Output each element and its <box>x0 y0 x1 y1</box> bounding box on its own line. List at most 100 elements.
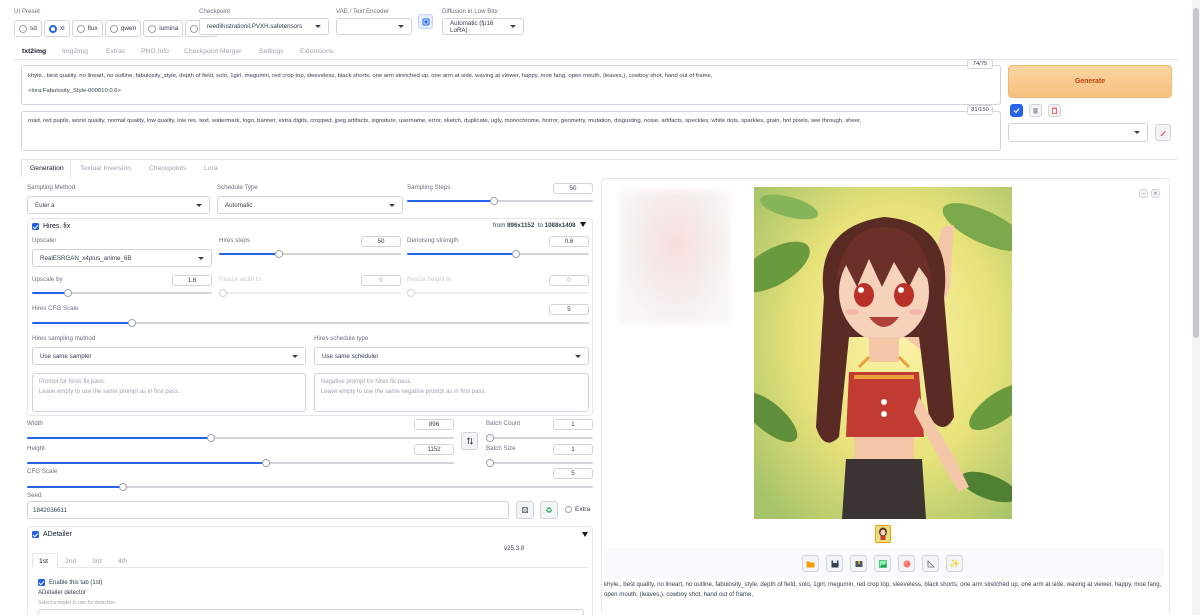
send-to-inpaint-button[interactable] <box>898 555 915 572</box>
cfg-scale-slider[interactable] <box>27 483 593 491</box>
schedule-type-select[interactable]: Automatic <box>217 196 403 214</box>
styles-select[interactable] <box>1008 123 1148 142</box>
zip-button[interactable] <box>850 555 867 572</box>
collapse-triangle-icon[interactable] <box>582 532 588 537</box>
tab-png-info[interactable]: PNG Info <box>141 48 169 55</box>
output-thumbnail[interactable] <box>875 525 891 543</box>
sampling-method-select[interactable]: Euler a <box>27 196 210 214</box>
adetailer-tab-1st[interactable]: 1st <box>39 558 48 565</box>
slider-handle[interactable] <box>206 434 215 442</box>
refresh-models-button[interactable] <box>418 14 433 29</box>
subtab-generation[interactable]: Generation <box>30 165 64 172</box>
subtab-lora[interactable]: Lora <box>204 165 218 172</box>
radio-qwen[interactable] <box>109 24 118 33</box>
hires-fix-toggle[interactable]: Hires. fix <box>32 223 70 230</box>
resize-height-input[interactable]: 0 <box>549 275 589 286</box>
width-slider[interactable] <box>27 434 454 442</box>
hires-scheduler-select[interactable]: Use same scheduler <box>314 347 589 365</box>
slider-handle[interactable] <box>119 483 128 491</box>
scrollbar-thumb[interactable] <box>1193 8 1199 338</box>
hires-sampler-select[interactable]: Use same sampler <box>32 347 306 365</box>
slider-handle[interactable] <box>262 459 271 467</box>
batch-count-input[interactable]: 1 <box>553 419 593 430</box>
collapse-triangle-icon[interactable] <box>580 222 586 227</box>
preset-option-xl[interactable]: xl <box>43 20 70 37</box>
sampling-steps-slider[interactable] <box>407 197 593 205</box>
seed-input[interactable]: 1842036611 <box>27 501 509 519</box>
open-folder-button[interactable] <box>802 555 819 572</box>
batch-size-slider[interactable] <box>486 459 593 467</box>
radio-lumina[interactable] <box>148 24 157 33</box>
edit-styles-button[interactable] <box>1155 124 1171 141</box>
slider-handle[interactable] <box>486 434 494 442</box>
subtab-textual-inversion[interactable]: Textual Inversion <box>80 165 131 172</box>
adetailer-toggle[interactable]: ADetailer <box>32 531 72 538</box>
vae-select[interactable] <box>336 18 412 35</box>
height-slider[interactable] <box>27 459 454 467</box>
resize-width-input[interactable]: 0 <box>361 275 401 286</box>
batch-size-input[interactable]: 1 <box>553 444 593 455</box>
hires-steps-slider[interactable] <box>219 250 401 258</box>
adetailer-enable-toggle[interactable]: Enable this tab (1st) <box>38 579 102 586</box>
send-to-img2img-button[interactable] <box>874 555 891 572</box>
tab-checkpoint-merger[interactable]: Checkpoint Merger <box>184 48 241 55</box>
slider-handle[interactable] <box>490 197 499 205</box>
generated-image[interactable] <box>754 187 1012 519</box>
adetailer-tab-3rd[interactable]: 3rd <box>92 558 102 565</box>
prompt-textarea[interactable]: khyle., best quality, no lineart, no out… <box>21 65 1001 105</box>
adetailer-enable-checkbox[interactable] <box>38 579 45 586</box>
batch-count-slider[interactable] <box>486 434 593 442</box>
upscale-by-input[interactable]: 1.6 <box>172 275 212 286</box>
tab-extras[interactable]: Extras <box>106 48 125 55</box>
hires-fix-checkbox[interactable] <box>32 223 39 230</box>
preset-option-flux[interactable]: flux <box>71 20 103 37</box>
extra-seed-toggle[interactable]: Extra <box>565 506 590 513</box>
hires-cfg-input[interactable]: 5 <box>549 304 589 315</box>
extra-network-button[interactable]: ✨ <box>946 555 963 572</box>
radio-wan[interactable] <box>190 24 199 33</box>
resize-width-slider[interactable] <box>219 289 401 297</box>
preset-option-lumina[interactable]: lumina <box>143 20 184 37</box>
minimize-button[interactable]: – <box>1139 189 1148 198</box>
negative-prompt-textarea[interactable]: road, red pupils, worst quality, normal … <box>21 111 1001 151</box>
radio-flux[interactable] <box>76 24 85 33</box>
radio-sd[interactable] <box>19 24 27 33</box>
denoising-strength-input[interactable]: 0.6 <box>549 236 589 247</box>
lowbits-select[interactable]: Automatic (fp16 LoRA) <box>442 18 524 35</box>
random-seed-button[interactable]: ⚄ <box>516 501 534 519</box>
hires-steps-input[interactable]: 50 <box>361 236 401 247</box>
close-button[interactable]: ✕ <box>1151 189 1160 198</box>
upscale-by-slider[interactable] <box>32 289 212 297</box>
resize-height-slider[interactable] <box>407 289 589 297</box>
adetailer-tab-4th[interactable]: 4th <box>118 558 127 565</box>
height-input[interactable]: 1152 <box>414 444 454 455</box>
read-params-button[interactable] <box>1010 104 1023 117</box>
denoising-strength-slider[interactable] <box>407 250 589 258</box>
tab-extensions[interactable]: Extensions <box>300 48 333 55</box>
extra-checkbox[interactable] <box>565 506 572 513</box>
tab-txt2img[interactable]: txt2img <box>22 48 46 55</box>
adetailer-tab-2nd[interactable]: 2nd <box>65 558 76 565</box>
cfg-scale-input[interactable]: 5 <box>553 468 593 479</box>
swap-dimensions-button[interactable] <box>461 432 478 450</box>
sampling-steps-input[interactable]: 50 <box>553 183 593 194</box>
checkpoint-select[interactable]: reedillustrationil.PVXH.safetensors <box>199 18 329 35</box>
tab-img2img[interactable]: Img2img <box>62 48 88 55</box>
save-button[interactable] <box>826 555 843 572</box>
preset-option-qwen[interactable]: qwen <box>104 20 142 37</box>
hires-negative-textarea[interactable]: Negative prompt for hires fix pass. Leave… <box>314 373 589 412</box>
hires-prompt-textarea[interactable]: Prompt for hires fix pass. Leave empty to… <box>32 373 306 412</box>
generate-button[interactable]: Generate <box>1008 65 1172 98</box>
upscaler-select[interactable]: RealESRGAN_x4plus_anime_6B <box>32 249 212 267</box>
slider-handle[interactable] <box>64 289 72 297</box>
radio-xl[interactable] <box>48 24 57 33</box>
subtab-checkpoints[interactable]: Checkpoints <box>149 165 186 172</box>
adetailer-detector-select[interactable] <box>38 609 584 615</box>
slider-handle[interactable] <box>407 289 415 297</box>
tab-settings[interactable]: Settings <box>259 48 284 55</box>
hires-cfg-slider[interactable] <box>32 319 589 327</box>
adetailer-checkbox[interactable] <box>32 531 39 538</box>
reuse-seed-button[interactable]: ♻ <box>540 501 558 519</box>
send-to-extras-button[interactable] <box>922 555 939 572</box>
width-input[interactable]: 896 <box>414 419 454 430</box>
